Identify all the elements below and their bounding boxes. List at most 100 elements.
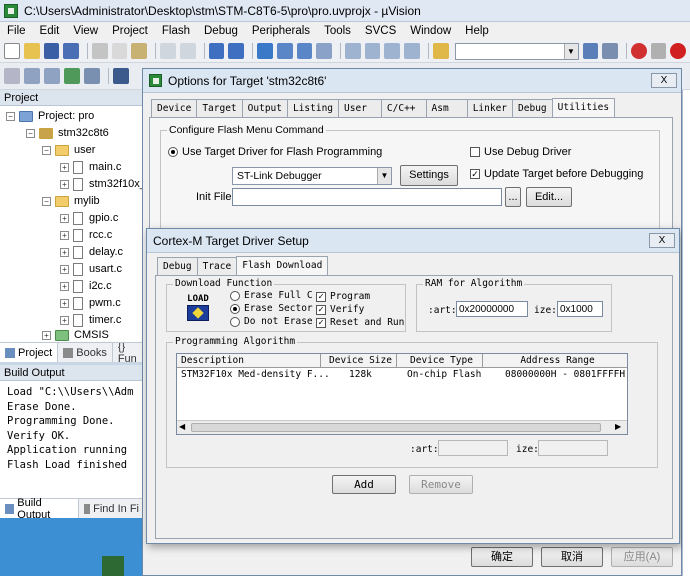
expand-icon[interactable]: +: [60, 162, 69, 172]
rebuild-icon[interactable]: [44, 68, 60, 84]
tab-functions[interactable]: {} Fun: [113, 343, 145, 362]
use-debug-driver-checkbox[interactable]: Use Debug Driver: [470, 146, 571, 158]
tab-user[interactable]: User: [338, 99, 382, 117]
stop-build-icon[interactable]: [84, 68, 100, 84]
tab-build-output[interactable]: Build Output: [0, 497, 80, 521]
copy-icon[interactable]: [111, 43, 128, 59]
tree-item[interactable]: − mylib: [42, 193, 100, 209]
col-address-range[interactable]: Address Range: [483, 354, 627, 368]
menu-flash[interactable]: Flash: [155, 25, 197, 37]
tree-item[interactable]: + stm32f10x_: [60, 176, 146, 192]
scrollbar-thumb[interactable]: [191, 423, 601, 432]
init-file-input[interactable]: [232, 188, 502, 206]
tree-item[interactable]: + CMSIS: [42, 329, 109, 341]
save-icon[interactable]: [43, 43, 60, 59]
tab-debug[interactable]: Debug: [157, 257, 198, 275]
translate-icon[interactable]: [4, 68, 20, 84]
cut-icon[interactable]: [91, 43, 108, 59]
remove-button[interactable]: Remove: [409, 475, 473, 494]
tab-asm[interactable]: Asm: [425, 99, 468, 117]
flash-driver-select[interactable]: ST-Link Debugger ▼: [232, 167, 392, 185]
tab-device[interactable]: Device: [151, 99, 198, 117]
algorithm-list[interactable]: Description Device Size Device Type Addr…: [176, 353, 628, 435]
col-description[interactable]: Description: [177, 354, 321, 368]
reset-and-run-checkbox[interactable]: ✓ Reset and Run: [316, 317, 404, 328]
nav-forward-icon[interactable]: [228, 43, 245, 59]
menu-debug[interactable]: Debug: [197, 25, 245, 37]
menu-tools[interactable]: Tools: [317, 25, 358, 37]
verify-checkbox[interactable]: ✓ Verify: [316, 304, 364, 315]
scroll-right-icon[interactable]: ▶: [615, 422, 621, 431]
expand-icon[interactable]: +: [60, 230, 69, 240]
clear-bookmarks-icon[interactable]: [316, 43, 332, 59]
collapse-icon[interactable]: −: [26, 128, 35, 138]
menu-peripherals[interactable]: Peripherals: [245, 25, 317, 37]
close-button[interactable]: X: [649, 233, 675, 248]
save-all-icon[interactable]: [63, 43, 79, 59]
chevron-down-icon[interactable]: ▼: [563, 43, 578, 59]
comment-icon[interactable]: [384, 43, 401, 59]
col-device-type[interactable]: Device Type: [397, 354, 483, 368]
expand-icon[interactable]: +: [42, 330, 51, 340]
ram-size-input[interactable]: 0x1000: [557, 301, 603, 317]
tree-item[interactable]: + main.c: [60, 159, 121, 175]
find-icon[interactable]: [582, 43, 599, 59]
load-download-icon[interactable]: [113, 68, 129, 84]
nav-back-icon[interactable]: [208, 43, 225, 59]
menu-view[interactable]: View: [66, 25, 105, 37]
batch-build-icon[interactable]: [64, 68, 80, 84]
add-button[interactable]: Add: [332, 475, 396, 494]
expand-icon[interactable]: +: [60, 315, 69, 325]
tab-find-in-files[interactable]: Find In Fi: [79, 499, 145, 518]
tab-target[interactable]: Target: [196, 99, 243, 117]
unindent-icon[interactable]: [364, 43, 381, 59]
scroll-left-icon[interactable]: ◀: [179, 422, 185, 431]
new-file-icon[interactable]: [4, 43, 20, 59]
tree-item[interactable]: + pwm.c: [60, 295, 121, 311]
menu-edit[interactable]: Edit: [33, 25, 67, 37]
find-in-files-icon[interactable]: [432, 43, 449, 59]
do-not-erase-radio[interactable]: Do not Erase: [230, 316, 313, 327]
update-target-checkbox[interactable]: ✓ Update Target before Debugging: [470, 168, 643, 180]
bookmark-icon[interactable]: [257, 43, 273, 59]
expand-icon[interactable]: +: [60, 179, 69, 189]
paste-icon[interactable]: [131, 43, 148, 59]
breakpoint-icon[interactable]: [650, 43, 667, 59]
ram-start-input[interactable]: 0x20000000: [456, 301, 528, 317]
menu-svcs[interactable]: SVCS: [358, 25, 403, 37]
expand-icon[interactable]: +: [60, 264, 69, 274]
tab-listing[interactable]: Listing: [286, 99, 340, 117]
tab-utilities[interactable]: Utilities: [551, 98, 616, 118]
tree-item[interactable]: + timer.c: [60, 312, 121, 328]
erase-sector-radio[interactable]: Erase Sector: [230, 303, 313, 314]
undo-icon[interactable]: [160, 43, 176, 59]
collapse-icon[interactable]: −: [42, 145, 51, 155]
menu-window[interactable]: Window: [403, 25, 458, 37]
col-device-size[interactable]: Device Size: [321, 354, 397, 368]
expand-icon[interactable]: +: [60, 281, 69, 291]
tree-target[interactable]: − stm32c8t6: [26, 125, 109, 141]
insert-breakpoint-icon[interactable]: [670, 43, 687, 59]
redo-icon[interactable]: [179, 43, 196, 59]
browse-init-file-button[interactable]: ...: [505, 187, 521, 207]
tab-project[interactable]: Project: [0, 343, 59, 362]
close-button[interactable]: X: [651, 73, 677, 88]
expand-icon[interactable]: +: [60, 213, 69, 223]
horizontal-scrollbar[interactable]: ◀ ▶: [177, 420, 627, 434]
tab-trace[interactable]: Trace: [196, 257, 238, 275]
program-checkbox[interactable]: ✓ Program: [316, 291, 370, 302]
tab-c-cpp[interactable]: C/C++: [380, 99, 427, 117]
cancel-button[interactable]: 取消: [541, 547, 603, 567]
ok-button[interactable]: 确定: [471, 547, 533, 567]
tab-linker[interactable]: Linker: [466, 99, 514, 117]
tree-item[interactable]: − user: [42, 142, 95, 158]
tree-item[interactable]: + usart.c: [60, 261, 122, 277]
tab-output[interactable]: Output: [241, 99, 288, 117]
edit-init-file-button[interactable]: Edit...: [526, 187, 572, 207]
collapse-icon[interactable]: −: [6, 111, 15, 121]
tree-item[interactable]: + i2c.c: [60, 278, 112, 294]
tab-flash-download[interactable]: Flash Download: [236, 256, 329, 276]
tree-item[interactable]: + rcc.c: [60, 227, 112, 243]
indent-icon[interactable]: [344, 43, 361, 59]
chevron-down-icon[interactable]: ▼: [377, 168, 391, 184]
